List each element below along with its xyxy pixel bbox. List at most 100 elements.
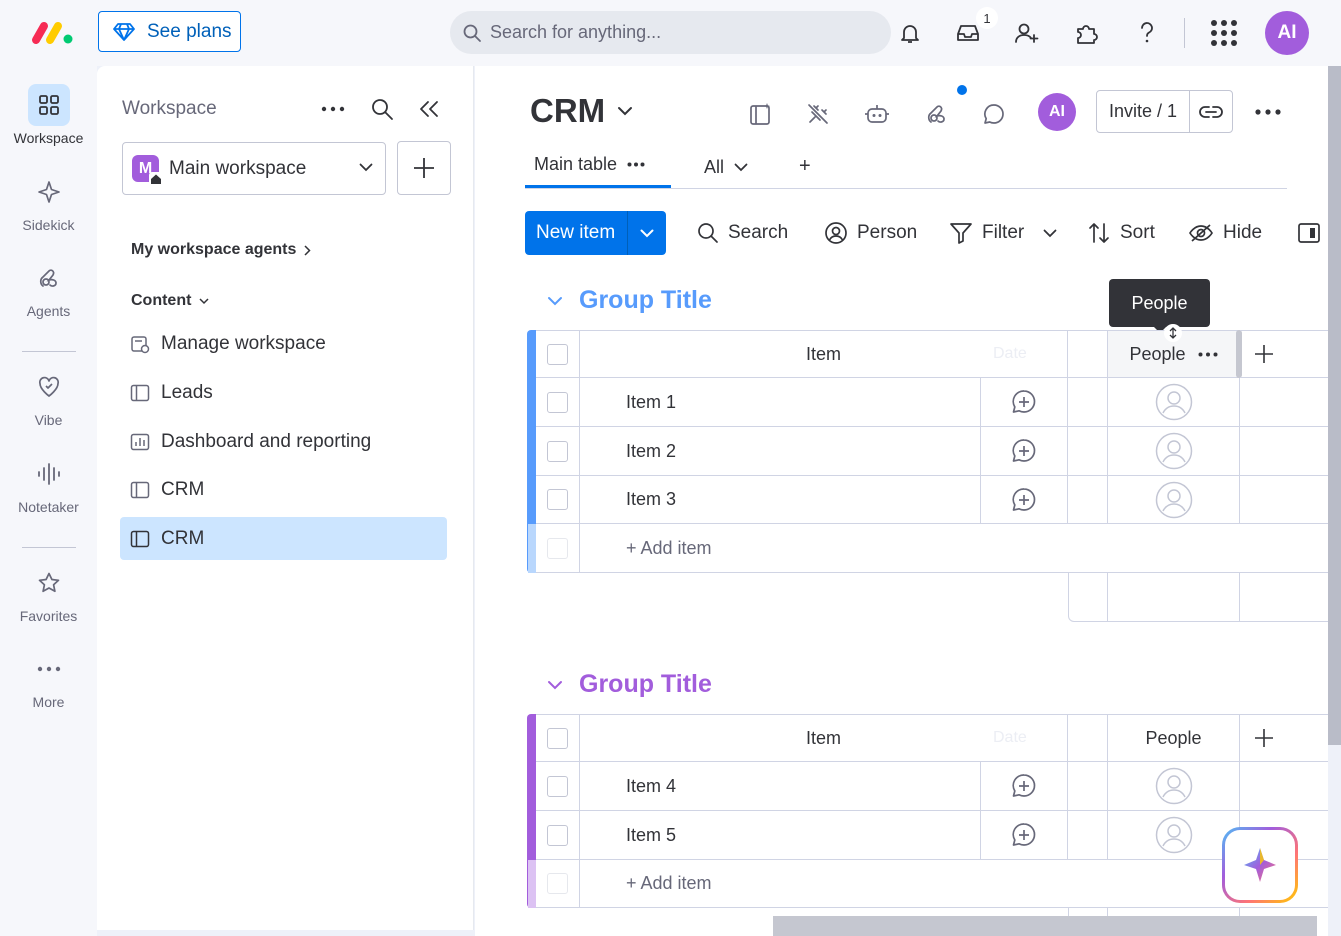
notifications-bell-icon[interactable] bbox=[895, 18, 925, 48]
add-column-cell[interactable] bbox=[1240, 714, 1328, 762]
select-all-checkbox[interactable] bbox=[547, 343, 568, 365]
ws-nav-label: CRM bbox=[161, 478, 205, 500]
add-update-chat-icon bbox=[1011, 487, 1037, 513]
rail-item-agents[interactable]: Agents bbox=[0, 257, 97, 319]
rail-divider bbox=[22, 351, 76, 352]
disabled-checkbox bbox=[547, 537, 568, 559]
global-search-input[interactable] bbox=[490, 22, 870, 43]
integrations-plug-icon[interactable] bbox=[803, 99, 833, 129]
workspace-selector[interactable]: M Main workspace bbox=[122, 142, 386, 195]
item-column-header[interactable]: Item Date bbox=[580, 330, 1068, 378]
item-updates-cell[interactable] bbox=[981, 427, 1068, 476]
group-title-2[interactable]: Group Title bbox=[547, 670, 712, 699]
row-checkbox[interactable] bbox=[547, 440, 568, 462]
people-cell[interactable] bbox=[1108, 811, 1240, 860]
see-plans-button[interactable]: See plans bbox=[98, 11, 241, 52]
column-drag-handle-icon[interactable] bbox=[1164, 324, 1182, 342]
row-checkbox[interactable] bbox=[547, 391, 568, 413]
ws-nav-leads[interactable]: Leads bbox=[120, 371, 447, 414]
new-item-button[interactable]: New item bbox=[525, 211, 628, 255]
ws-nav-crm[interactable]: CRM bbox=[120, 468, 447, 511]
tab-all[interactable]: All bbox=[704, 157, 748, 178]
invite-members-icon[interactable] bbox=[1012, 18, 1042, 48]
column-options-dots-icon[interactable] bbox=[1198, 352, 1218, 357]
vertical-scrollbar[interactable] bbox=[1328, 66, 1341, 745]
spacer-cell bbox=[1068, 762, 1108, 811]
row-checkbox[interactable] bbox=[547, 824, 568, 846]
sort-button[interactable]: Sort bbox=[1087, 211, 1155, 255]
filter-button[interactable]: Filter bbox=[949, 211, 1024, 255]
group-title-1[interactable]: Group Title bbox=[547, 286, 712, 315]
item-name-cell[interactable]: Item 5 bbox=[580, 811, 981, 860]
rail-item-favorites[interactable]: Favorites bbox=[0, 562, 97, 624]
filter-dropdown-icon[interactable] bbox=[1043, 211, 1057, 255]
ai-sidekick-fab[interactable] bbox=[1222, 827, 1298, 903]
rail-item-sidekick[interactable]: Sidekick bbox=[0, 171, 97, 233]
item-name: Item 4 bbox=[626, 775, 677, 796]
item-updates-cell[interactable] bbox=[981, 476, 1068, 524]
item-name-cell[interactable]: Item 2 bbox=[580, 427, 981, 476]
apps-puzzle-icon[interactable] bbox=[1072, 18, 1102, 48]
search-items-button[interactable]: Search bbox=[697, 211, 788, 255]
people-cell[interactable] bbox=[1108, 378, 1240, 427]
add-item-cell[interactable]: + Add item bbox=[580, 860, 1328, 908]
monday-logo-icon[interactable] bbox=[30, 20, 74, 46]
ws-nav-dashboard[interactable]: Dashboard and reporting bbox=[120, 420, 447, 463]
collapse-panel-icon[interactable] bbox=[418, 99, 440, 119]
hide-columns-button[interactable]: Hide bbox=[1188, 211, 1262, 255]
board-title[interactable]: CRM bbox=[530, 92, 633, 130]
item-column-header[interactable]: Item Date bbox=[580, 714, 1068, 762]
content-section-toggle[interactable]: Content bbox=[131, 292, 209, 310]
item-name-cell[interactable]: Item 4 bbox=[580, 762, 981, 811]
sidekick-board-icon[interactable] bbox=[746, 99, 776, 129]
add-column-cell[interactable] bbox=[1240, 330, 1328, 378]
add-view-button[interactable]: + bbox=[799, 155, 811, 178]
row-select-cell bbox=[536, 378, 580, 427]
rail-item-vibe[interactable]: Vibe bbox=[0, 366, 97, 428]
layout-panel-icon[interactable] bbox=[1297, 211, 1321, 255]
rail-label: More bbox=[32, 694, 65, 710]
global-search[interactable] bbox=[450, 11, 891, 54]
add-to-workspace-button[interactable] bbox=[397, 141, 451, 195]
user-avatar[interactable]: AI bbox=[1265, 11, 1309, 55]
board-agents-icon[interactable] bbox=[922, 99, 952, 129]
item-updates-cell[interactable] bbox=[981, 811, 1068, 860]
workspace-search-icon[interactable] bbox=[370, 97, 394, 121]
row-checkbox[interactable] bbox=[547, 489, 568, 510]
item-updates-cell[interactable] bbox=[981, 378, 1068, 427]
item-updates-cell[interactable] bbox=[981, 762, 1068, 811]
item-name-cell[interactable]: Item 1 bbox=[580, 378, 981, 427]
select-all-checkbox[interactable] bbox=[547, 727, 568, 749]
group-title-text: Group Title bbox=[579, 286, 712, 314]
chevron-down-icon bbox=[617, 106, 633, 116]
updates-chat-icon[interactable] bbox=[979, 99, 1009, 129]
tab-main-table[interactable]: Main table bbox=[534, 154, 645, 175]
manage-settings-icon bbox=[130, 334, 150, 354]
new-item-dropdown-icon[interactable] bbox=[628, 229, 666, 238]
board-menu-dots-icon[interactable] bbox=[1255, 109, 1281, 115]
people-cell[interactable] bbox=[1108, 762, 1240, 811]
workspace-agents-link[interactable]: My workspace agents bbox=[131, 241, 311, 259]
rail-item-notetaker[interactable]: Notetaker bbox=[0, 453, 97, 515]
people-cell[interactable] bbox=[1108, 427, 1240, 476]
product-switcher-grid-icon[interactable] bbox=[1209, 18, 1239, 48]
board-member-avatar[interactable]: AI bbox=[1038, 93, 1076, 131]
row-checkbox[interactable] bbox=[547, 775, 568, 797]
ws-nav-crm-active[interactable]: CRM bbox=[120, 517, 447, 560]
people-cell[interactable] bbox=[1108, 476, 1240, 524]
copy-link-icon[interactable] bbox=[1190, 91, 1232, 132]
help-icon[interactable] bbox=[1132, 18, 1162, 48]
ws-nav-manage-workspace[interactable]: Manage workspace bbox=[120, 322, 447, 365]
automations-robot-icon[interactable] bbox=[862, 99, 892, 129]
horizontal-scrollbar[interactable] bbox=[773, 916, 1317, 936]
more-dots-icon bbox=[28, 648, 70, 690]
person-filter-button[interactable]: Person bbox=[824, 211, 917, 255]
add-item-cell[interactable]: + Add item bbox=[580, 524, 1328, 573]
people-column-header[interactable]: People bbox=[1108, 714, 1240, 762]
workspace-options-icon[interactable] bbox=[321, 106, 345, 112]
invite-button[interactable]: Invite / 1 bbox=[1097, 91, 1190, 132]
rail-item-more[interactable]: More bbox=[0, 648, 97, 710]
item-name-cell[interactable]: Item 3 bbox=[580, 476, 981, 524]
rail-item-workspace[interactable]: Workspace bbox=[0, 84, 97, 146]
tab-label: Main table bbox=[534, 154, 618, 174]
